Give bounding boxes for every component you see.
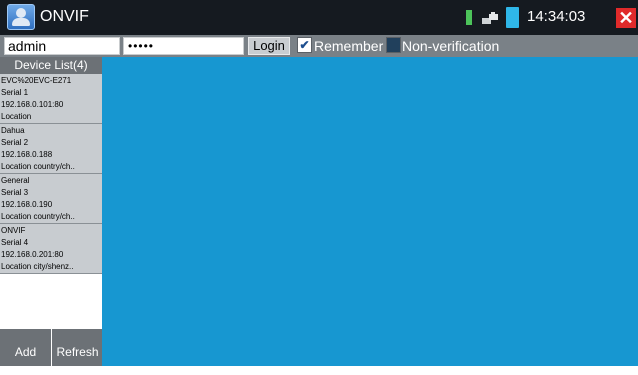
- clock: 14:34:03: [527, 8, 586, 25]
- device-name: ONVIF: [1, 226, 26, 235]
- device-serial: Serial 3: [1, 188, 29, 197]
- check-icon: ✔: [299, 38, 310, 52]
- device-serial: Serial 2: [1, 138, 29, 147]
- device-item-2[interactable]: Dahua Serial 2 192.168.0.188 Location co…: [0, 124, 102, 174]
- login-button[interactable]: Login: [248, 37, 290, 55]
- add-button[interactable]: Add: [0, 329, 52, 366]
- device-location: Location country/ch..: [1, 212, 75, 221]
- network-icon: [482, 12, 498, 24]
- device-serial: Serial 1: [1, 88, 29, 97]
- device-location: Location country/ch..: [1, 162, 75, 171]
- device-address: 192.168.0.190: [1, 200, 53, 209]
- nonverification-label[interactable]: Non-verification: [402, 37, 499, 55]
- camera-app-icon: [7, 4, 35, 30]
- device-list-panel: Device List(4) EVC%20EVC-E271 Serial 1 1…: [0, 57, 102, 366]
- window-title: ONVIF: [40, 8, 89, 25]
- refresh-button[interactable]: Refresh: [53, 329, 102, 366]
- device-list-header: Device List(4): [0, 57, 102, 74]
- title-bar: ONVIF 14:34:03 ✕: [0, 0, 638, 35]
- device-address: 192.168.0.101:80: [1, 100, 64, 109]
- remember-checkbox[interactable]: ✔: [297, 37, 312, 53]
- device-name: EVC%20EVC-E271: [1, 76, 72, 85]
- device-name: Dahua: [1, 126, 25, 135]
- battery-icon: [506, 7, 519, 28]
- device-item-4[interactable]: ONVIF Serial 4 192.168.0.201:80 Location…: [0, 224, 102, 274]
- device-name: General: [1, 176, 30, 185]
- device-location: Location city/shenz..: [1, 262, 74, 271]
- status-green-icon: [466, 10, 472, 25]
- username-input[interactable]: admin: [4, 37, 120, 55]
- device-item-1[interactable]: EVC%20EVC-E271 Serial 1 192.168.0.101:80…: [0, 74, 102, 124]
- device-address: 192.168.0.188: [1, 150, 53, 159]
- nonverification-checkbox[interactable]: [386, 37, 401, 53]
- device-list-actions: Add Refresh: [0, 329, 102, 366]
- device-address: 192.168.0.201:80: [1, 250, 64, 259]
- close-icon[interactable]: ✕: [616, 8, 636, 28]
- remember-label[interactable]: Remember: [314, 37, 383, 55]
- device-serial: Serial 4: [1, 238, 29, 247]
- password-input[interactable]: •••••: [123, 37, 244, 55]
- device-location: Location: [1, 112, 32, 121]
- video-area[interactable]: [102, 57, 638, 366]
- device-item-3[interactable]: General Serial 3 192.168.0.190 Location …: [0, 174, 102, 224]
